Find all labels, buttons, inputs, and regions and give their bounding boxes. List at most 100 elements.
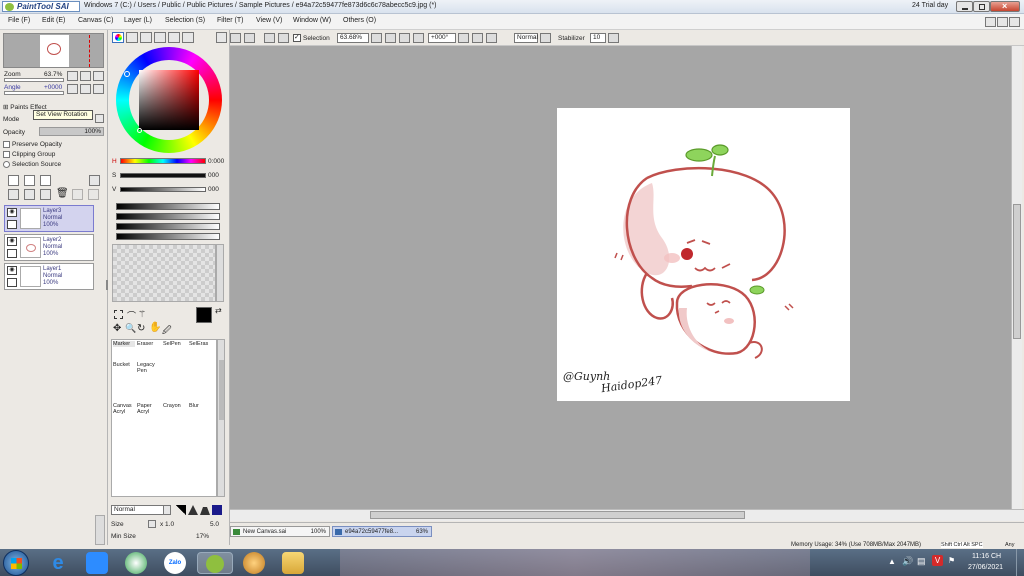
pen-lock-icon[interactable] [7,249,17,258]
tool-legacy-pen[interactable]: Legacy Pen [137,362,159,374]
rotate-tool-icon[interactable]: ↻ [137,323,145,334]
rect-select-icon[interactable] [114,310,123,319]
color-mixer-tab[interactable] [182,32,194,43]
undo-button[interactable] [230,33,241,43]
menu-file[interactable]: File (F) [8,17,30,24]
brush-mode-dropdown[interactable]: Normal [111,505,171,515]
paint-icon[interactable] [243,552,265,574]
swatch-slider-4[interactable] [116,233,220,240]
brush-shape-3-icon[interactable] [200,507,210,515]
deselect-button[interactable] [264,33,275,43]
doc-minimize-button[interactable] [985,17,996,27]
primary-color-swatch[interactable] [196,307,212,323]
swatch-slider-1[interactable] [116,203,220,210]
tray-arrow-icon[interactable]: ▲ [888,557,896,566]
coccoc-browser-icon[interactable] [125,552,147,574]
start-button[interactable] [3,550,29,576]
tool-grid-scrollbar[interactable] [217,339,225,497]
hand-tool-icon[interactable]: ✋ [149,322,161,333]
canvas-area[interactable]: @Guynh Haidop247 [230,46,1022,509]
painttool-sai-taskbar-icon[interactable] [197,552,233,574]
visibility-eye-icon[interactable]: ◉ [7,208,17,217]
tool-marker[interactable]: Marker [113,341,135,347]
vivaldi-tray-icon[interactable]: V [932,555,943,566]
hue-slider[interactable] [120,158,206,164]
clock-time[interactable]: 11:16 CH [972,553,1001,560]
magic-wand-icon[interactable]: ⚚ [138,309,146,320]
tool-seleras[interactable]: SelEras [189,341,211,347]
color-wheel[interactable] [116,47,222,153]
pen-lock-icon[interactable] [7,220,17,229]
maximize-button[interactable] [973,1,990,12]
transfer-down-button[interactable] [8,189,19,200]
zoom-reset-button[interactable] [93,71,104,81]
rotate-reset-toolbar-button[interactable] [486,33,497,43]
zoom-actual-button[interactable] [413,33,424,43]
menu-layer[interactable]: Layer (L) [124,17,152,24]
left-panel-scrollbar[interactable] [95,515,105,545]
swatch-slider-3[interactable] [116,223,220,230]
menu-edit[interactable]: Edit (E) [42,17,65,24]
panel-option-button[interactable] [89,175,100,186]
vertical-scrollbar[interactable] [1011,46,1022,509]
zoom-slider[interactable] [4,78,64,82]
doc-tab-new-canvas[interactable]: New Canvas.sai 100% [230,526,330,537]
scratch-pad-scrollbar[interactable] [216,244,224,302]
volume-icon[interactable]: 🔊 [902,556,913,567]
layer-item-layer1[interactable]: ◉ Layer1 Normal 100% [4,263,94,290]
clipping-group-checkbox[interactable] [3,151,10,158]
sv-marker[interactable] [137,128,142,133]
mode-dropdown-button[interactable] [95,114,104,123]
rotate-cw-button[interactable] [472,33,483,43]
swap-color-icon[interactable]: ⇄ [215,306,222,315]
horizontal-scrollbar-thumb[interactable] [370,511,745,519]
zoom-in-button[interactable] [80,71,91,81]
new-folder-button[interactable] [40,175,51,186]
doc-close-button[interactable] [1009,17,1020,27]
saturation-value-square[interactable] [139,70,199,130]
blend-mode-dropdown-button[interactable] [540,33,551,43]
selection-checkbox[interactable]: ✓ [293,34,301,42]
layer-item-layer3[interactable]: ◉ Layer3 Normal 100% [4,205,94,232]
tool-blur[interactable]: Blur [189,403,211,409]
hsv-slider-tab[interactable] [140,32,152,43]
brush-shape-buttons[interactable] [176,505,224,515]
zoom-tool-icon[interactable]: 🔍 [125,323,136,334]
lasso-icon[interactable]: ⌒ [127,309,136,322]
zoom-app-icon[interactable] [86,552,108,574]
tool-bucket[interactable]: Bucket [113,362,135,368]
tool-canvas-acryl[interactable]: Canvas Acryl [113,403,135,415]
clear-layer-button[interactable] [40,189,51,200]
move-icon[interactable]: ✥ [113,323,121,334]
rgb-slider-tab[interactable] [126,32,138,43]
tool-crayon[interactable]: Crayon [163,403,185,409]
zalo-icon[interactable]: Zalo [164,552,186,574]
tool-selpen[interactable]: SelPen [163,341,185,347]
new-linework-layer-button[interactable] [24,175,35,186]
doc-restore-button[interactable] [997,17,1008,27]
zoom-out-toolbar-button[interactable] [385,33,396,43]
scratch-pad[interactable] [112,244,216,302]
new-layer-button[interactable] [8,175,19,186]
swatches-tab[interactable] [154,32,166,43]
brush-shape-4-icon[interactable] [212,505,222,515]
color-wheel-tab[interactable] [112,32,124,43]
toolbox-collapse-button[interactable] [216,32,227,43]
scratchpad-tab[interactable] [168,32,180,43]
clock-date[interactable]: 27/06/2021 [968,564,1003,571]
show-desktop-button[interactable] [1016,549,1024,576]
pen-lock-icon[interactable] [7,278,17,287]
swatch-slider-2[interactable] [116,213,220,220]
apply-mask-button[interactable] [72,189,83,200]
stabilizer-field[interactable]: 10 [590,33,606,43]
angle-slider[interactable] [4,91,64,95]
tool-eraser[interactable]: Eraser [137,341,159,347]
menu-window[interactable]: Window (W) [293,17,331,24]
file-explorer-icon[interactable] [282,552,304,574]
menu-selection[interactable]: Selection (S) [165,17,205,24]
redo-button[interactable] [244,33,255,43]
rotate-reset-button[interactable] [93,84,104,94]
delete-mask-button[interactable] [88,189,99,200]
rotate-left-button[interactable] [67,84,78,94]
value-slider[interactable] [120,187,206,192]
